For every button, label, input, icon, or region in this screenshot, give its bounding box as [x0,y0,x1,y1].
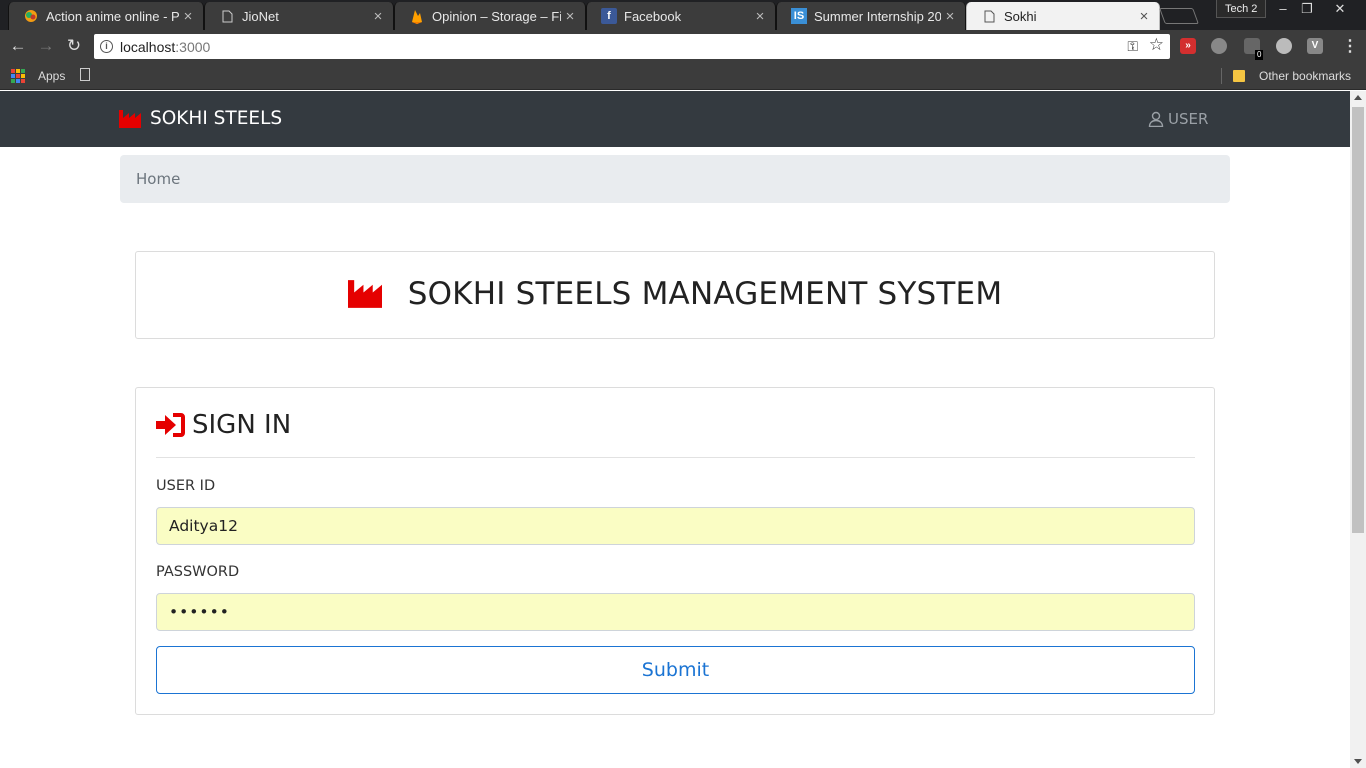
anime-site-icon [23,8,39,24]
forward-icon[interactable]: → [35,36,57,56]
bookmark-page-icon[interactable] [80,68,90,81]
new-tab-button[interactable] [1159,8,1199,24]
facebook-icon: f [601,8,617,24]
restore-icon[interactable]: ❐ [1293,0,1321,18]
tab-close-icon[interactable]: × [179,8,197,25]
extension-badge: 0 [1255,50,1264,60]
scroll-down-icon[interactable] [1354,759,1362,764]
breadcrumb: Home [120,155,1230,203]
browser-menu-icon[interactable]: ⋮ [1342,36,1358,56]
page-icon [219,8,235,24]
firebase-icon [409,8,425,24]
tab-jionet[interactable]: JioNet × [204,2,394,30]
page-viewport: SOKHI STEELS USER Home SOKHI STEELS MANA… [0,91,1350,768]
submit-button[interactable]: Submit [156,646,1195,694]
apps-grid-icon[interactable] [11,69,25,83]
factory-icon [347,280,382,308]
address-bar[interactable]: i localhost:3000 ⚿ ☆ [94,34,1170,59]
profile-button[interactable]: Tech 2 [1216,0,1267,18]
scroll-thumb[interactable] [1352,107,1364,533]
star-icon[interactable]: ☆ [1149,35,1164,55]
reload-icon[interactable]: ↻ [63,36,85,56]
tab-title: Summer Internship 2018 [814,8,941,24]
page-icon [981,8,997,24]
bookmark-apps[interactable]: Apps [38,69,65,83]
sign-in-icon [156,413,185,437]
extension-circle-icon[interactable] [1276,38,1292,54]
bookmarks-divider [1221,68,1222,84]
bookmark-other[interactable]: Other bookmarks [1259,69,1351,83]
tab-strip: Action anime online - Pa × JioNet × Opin… [0,0,1366,30]
title-card: SOKHI STEELS MANAGEMENT SYSTEM [135,251,1215,339]
tab-close-icon[interactable]: × [941,8,959,25]
brand-link[interactable]: SOKHI STEELS [119,108,282,129]
tab-close-icon[interactable]: × [751,8,769,25]
page-scrollbar[interactable] [1350,91,1366,768]
user-nav-link[interactable]: USER [1148,110,1208,128]
factory-icon [119,109,141,128]
key-icon[interactable]: ⚿ [1127,38,1138,55]
info-icon[interactable]: i [100,40,113,53]
tab-title: Action anime online - Pa [46,8,179,24]
url-text[interactable]: localhost:3000 [120,39,210,55]
user-nav-label: USER [1168,110,1209,128]
bookmarks-bar: Apps Other bookmarks [0,62,1366,90]
page-title: SOKHI STEELS MANAGEMENT SYSTEM [407,276,1003,312]
brand-text: SOKHI STEELS [150,108,283,129]
folder-icon [1233,70,1245,82]
browser-toolbar: ← → ↻ i localhost:3000 ⚿ ☆ » 0 V ⋮ [0,30,1366,62]
scroll-up-icon[interactable] [1354,95,1362,100]
signin-divider [156,457,1195,458]
tab-firebase[interactable]: Opinion – Storage – Fire × [394,2,586,30]
password-label: PASSWORD [156,564,240,580]
breadcrumb-home[interactable]: Home [136,170,180,188]
tab-close-icon[interactable]: × [561,8,579,25]
is-icon: IS [791,8,807,24]
tab-close-icon[interactable]: × [1135,8,1153,25]
tab-title: Facebook [624,8,682,24]
back-icon[interactable]: ← [7,36,29,56]
tab-title: JioNet [242,8,279,24]
password-input[interactable] [156,593,1195,631]
site-navbar: SOKHI STEELS USER [0,91,1350,147]
tab-sokhi[interactable]: Sokhi × [966,2,1160,30]
close-window-icon[interactable]: ✕ [1326,0,1354,18]
extension-red-icon[interactable]: » [1180,38,1196,54]
tab-action-anime[interactable]: Action anime online - Pa × [8,2,204,30]
tab-close-icon[interactable]: × [369,8,387,25]
tab-summer-internship[interactable]: IS Summer Internship 2018 × [776,2,966,30]
user-id-input[interactable] [156,507,1195,545]
user-id-label: USER ID [156,478,216,494]
tab-title: Sokhi [1004,8,1037,24]
tab-title: Opinion – Storage – Fire [432,8,561,24]
user-icon [1148,111,1164,127]
extension-v-icon[interactable]: V [1307,38,1323,54]
tab-facebook[interactable]: f Facebook × [586,2,776,30]
extension-globe-icon[interactable] [1211,38,1227,54]
signin-heading: SIGN IN [192,410,292,440]
signin-card: SIGN IN USER ID PASSWORD Submit [135,387,1215,715]
signin-header: SIGN IN [156,410,291,440]
